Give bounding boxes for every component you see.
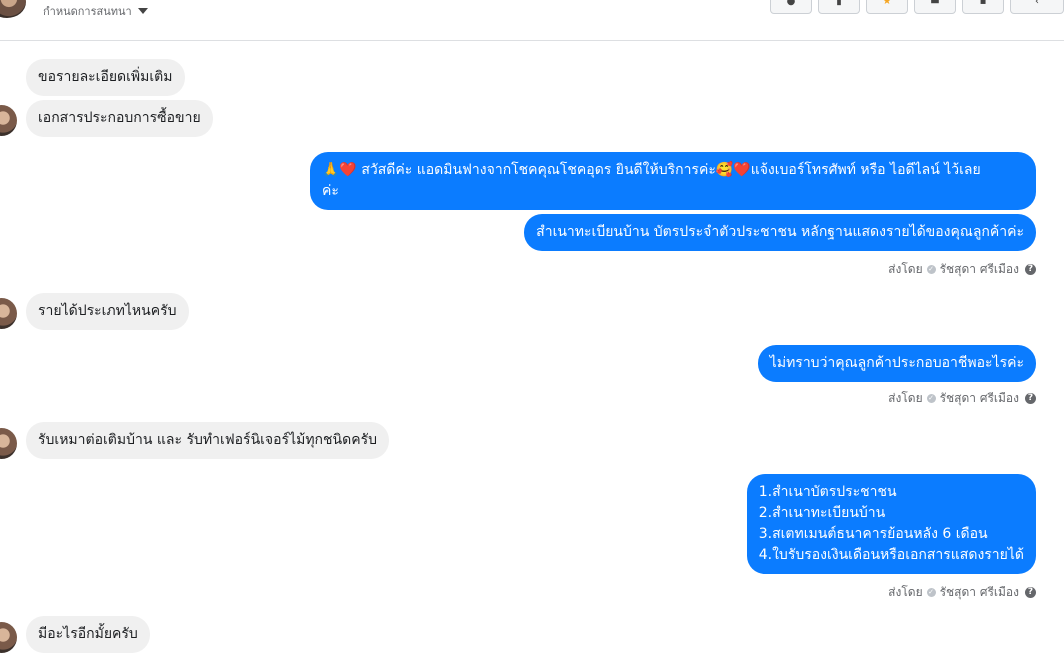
incoming-message[interactable]: ขอรายละเอียดเพิ่มเติม xyxy=(26,59,185,96)
trash-icon: ▮ xyxy=(836,0,842,7)
message-text: ไม่ทราบว่าคุณลูกค้าประกอบอาชีพอะไรค่ะ xyxy=(769,355,1024,371)
customer-avatar xyxy=(0,622,17,653)
sent-by-prefix: ส่งโดย xyxy=(888,585,923,599)
customer-avatar xyxy=(0,105,17,136)
conversation-header: กำหนดการสนทนา ● ▮ ★ ▬ ▪ ‹ xyxy=(0,0,1064,41)
inbox-icon: ▬ xyxy=(930,0,940,7)
check-icon: ✓ xyxy=(926,265,936,274)
outgoing-message[interactable]: 🙏❤️ สวัสดีค่ะ แอดมินฟางจากโชคคุณโชคอุดร … xyxy=(310,152,1036,210)
list-item: 3.สเตทเมนต์ธนาคารย้อนหลัง 6 เดือน xyxy=(758,526,988,542)
message-text: 🙏❤️ สวัสดีค่ะ แอดมินฟางจากโชคคุณโชคอุดร … xyxy=(322,162,981,178)
customer-avatar xyxy=(0,298,17,329)
message-text: ค่ะ xyxy=(322,183,339,199)
star-tool-button[interactable]: ★ xyxy=(866,0,908,14)
chevron-tool-button[interactable]: ‹ xyxy=(1010,0,1064,14)
help-icon[interactable]: ? xyxy=(1025,393,1036,404)
list-item: 1.สำเนาบัตรประชาชน xyxy=(758,484,897,500)
circle-icon: ● xyxy=(786,0,796,7)
incoming-message[interactable]: เอกสารประกอบการซื้อขาย xyxy=(26,100,213,137)
flag-tool-button[interactable]: ▪ xyxy=(962,0,1004,14)
outgoing-message[interactable]: สำเนาทะเบียนบ้าน บัตรประจำตัวประชาชน หลั… xyxy=(524,214,1036,251)
check-icon: ✓ xyxy=(926,588,936,597)
outgoing-message[interactable]: ไม่ทราบว่าคุณลูกค้าประกอบอาชีพอะไรค่ะ xyxy=(757,345,1036,382)
help-icon[interactable]: ? xyxy=(1025,587,1036,598)
chevron-icon: ‹ xyxy=(1035,0,1039,7)
help-icon[interactable]: ? xyxy=(1025,264,1036,275)
star-icon: ★ xyxy=(882,0,892,7)
sent-by-label: ส่งโดย ✓ รัชสุดา ศรีเมือง ? xyxy=(888,260,1036,279)
sent-by-prefix: ส่งโดย xyxy=(888,391,923,405)
customer-avatar xyxy=(0,428,17,459)
sent-by-label: ส่งโดย ✓ รัชสุดา ศรีเมือง ? xyxy=(888,389,1036,408)
incoming-message[interactable]: มีอะไรอีกมั้ยครับ xyxy=(26,616,150,653)
sender-name: รัชสุดา ศรีเมือง xyxy=(939,262,1019,276)
list-item: 2.สำเนาทะเบียนบ้าน xyxy=(758,505,886,521)
incoming-message[interactable]: รายได้ประเภทไหนครับ xyxy=(26,293,189,330)
check-icon: ✓ xyxy=(926,394,936,403)
sender-name: รัชสุดา ศรีเมือง xyxy=(939,391,1019,405)
trash-tool-button[interactable]: ▮ xyxy=(818,0,860,14)
incoming-message[interactable]: รับเหมาต่อเติมบ้าน และ รับทำเฟอร์นิเจอร์… xyxy=(26,422,389,459)
sent-by-prefix: ส่งโดย xyxy=(888,262,923,276)
flag-icon: ▪ xyxy=(979,0,987,7)
circle-tool-button[interactable]: ● xyxy=(770,0,812,14)
message-text: สำเนาทะเบียนบ้าน บัตรประจำตัวประชาชน หลั… xyxy=(536,224,1024,240)
chevron-down-icon xyxy=(137,8,148,14)
header-subtitle: กำหนดการสนทนา xyxy=(43,5,132,18)
conversation-schedule-dropdown[interactable]: กำหนดการสนทนา xyxy=(43,2,148,20)
list-item: 4.ใบรับรองเงินเดือนหรือเอกสารแสดงรายได้ xyxy=(758,547,1024,563)
inbox-tool-button[interactable]: ▬ xyxy=(914,0,956,14)
sender-name: รัชสุดา ศรีเมือง xyxy=(939,585,1019,599)
contact-avatar[interactable] xyxy=(0,0,26,18)
outgoing-message-list[interactable]: 1.สำเนาบัตรประชาชน 2.สำเนาทะเบียนบ้าน 3.… xyxy=(746,474,1036,574)
sent-by-label: ส่งโดย ✓ รัชสุดา ศรีเมือง ? xyxy=(888,583,1036,602)
